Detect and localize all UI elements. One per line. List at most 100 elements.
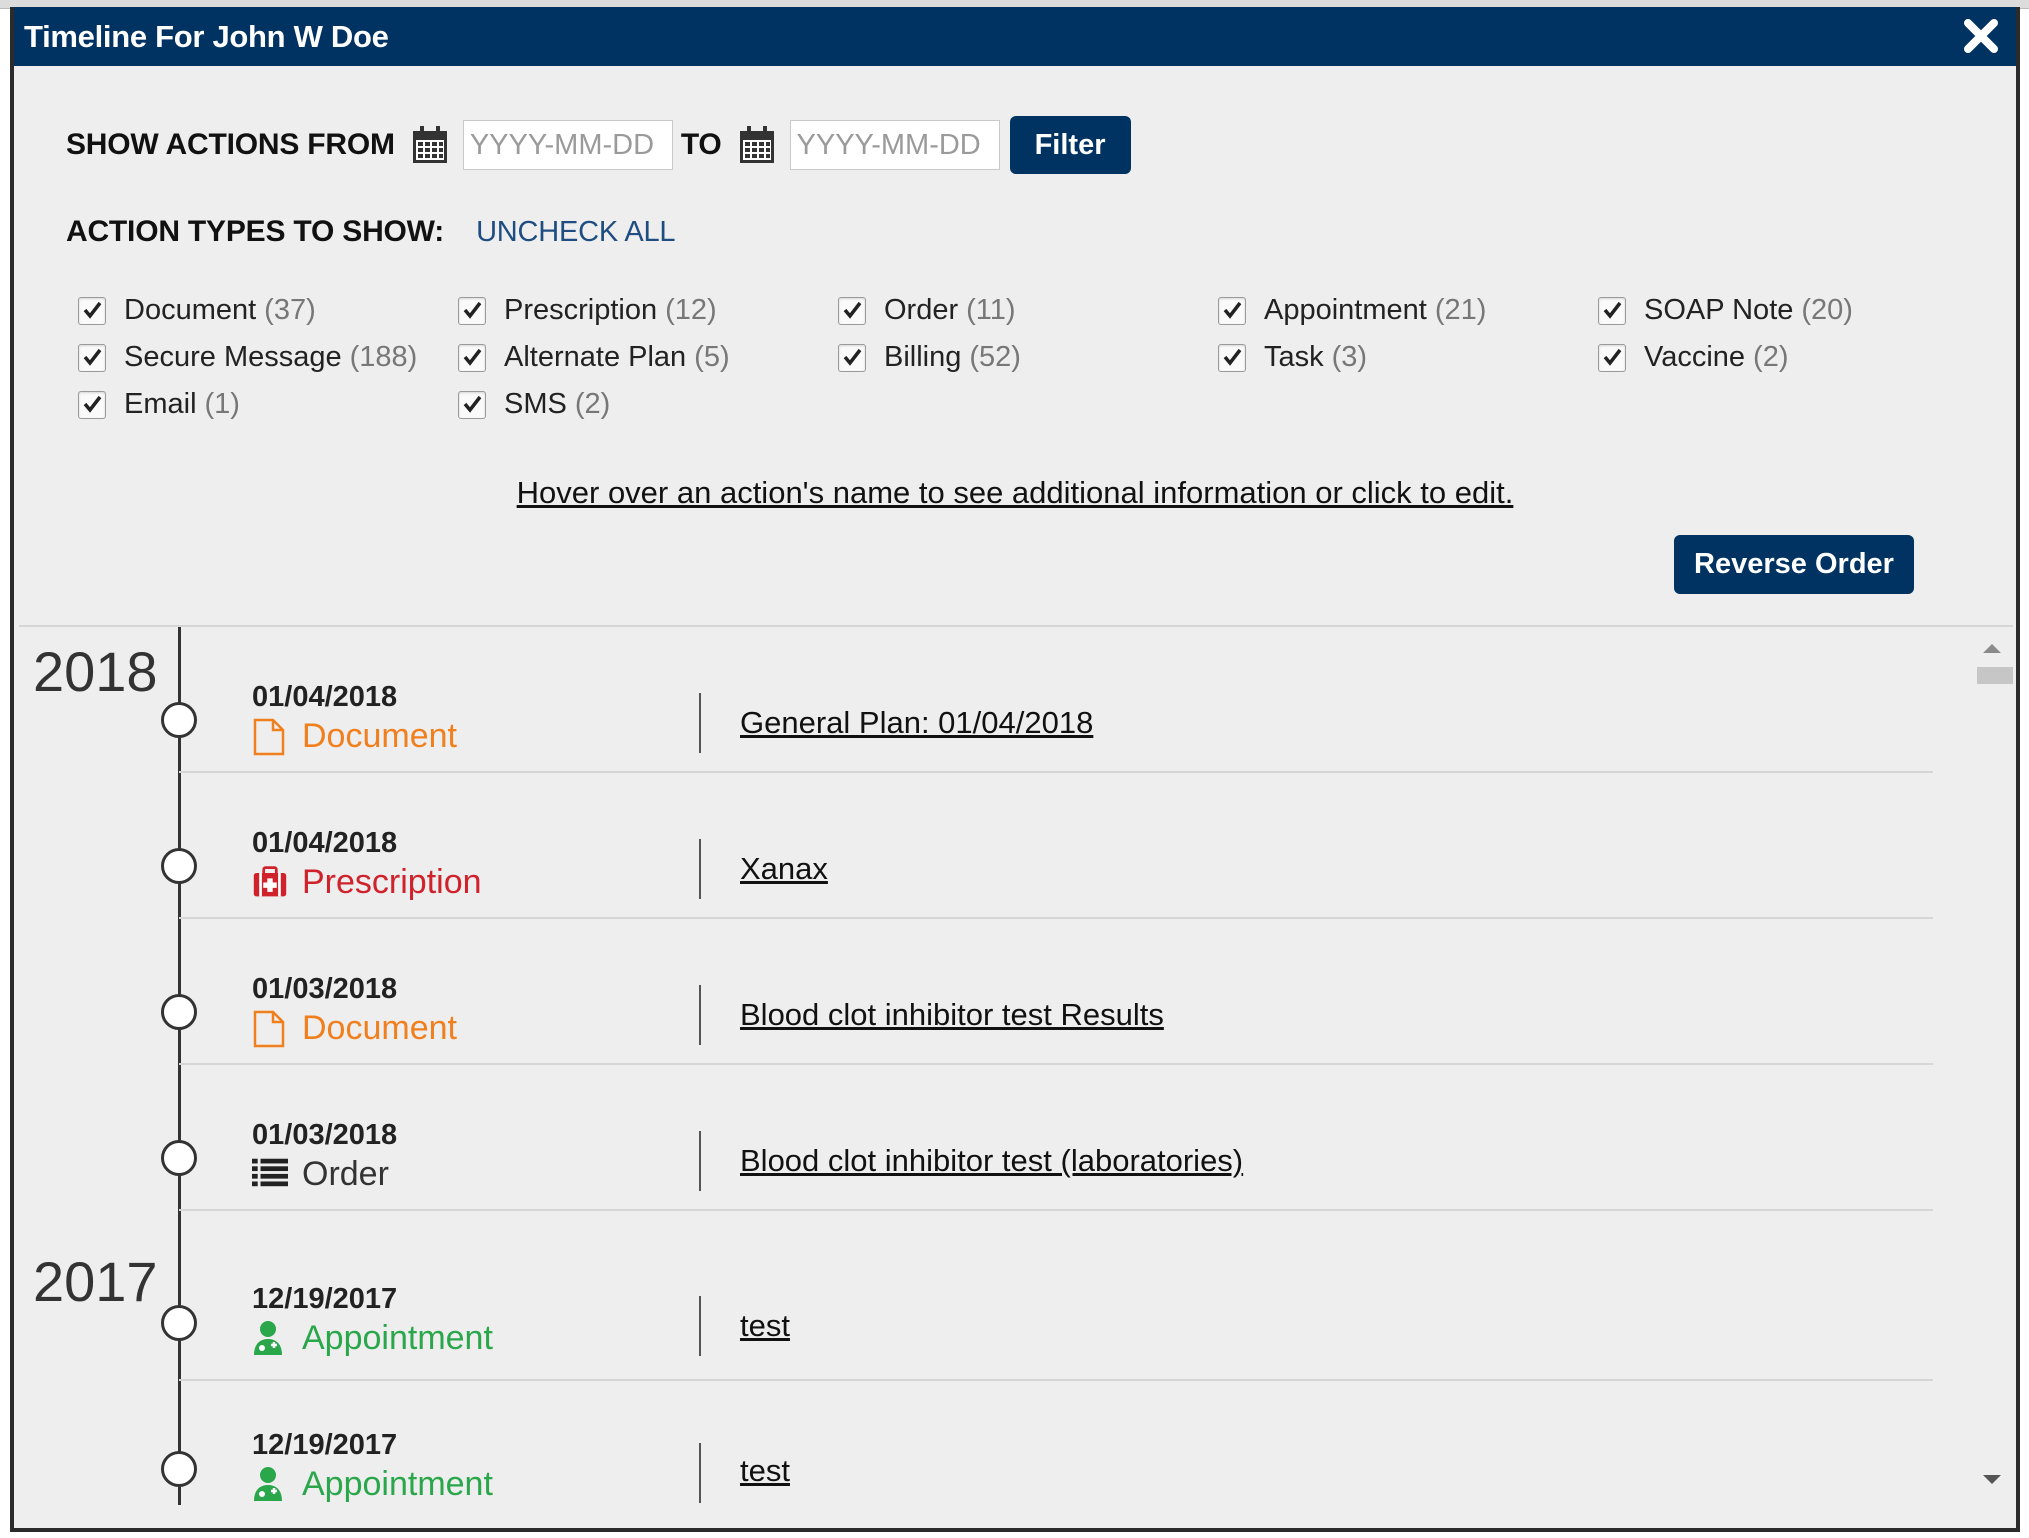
date-filter-row: SHOW ACTIONS FROM TO (66, 116, 1131, 174)
entry-type: Document (252, 1009, 457, 1048)
uncheck-all-link[interactable]: UNCHECK ALL (476, 216, 675, 249)
entry-type-label: Document (302, 1009, 457, 1047)
timeline-entry: 01/04/2018 Prescription Xanax (161, 773, 1933, 919)
type-checkbox-task[interactable]: Task (3) (1218, 334, 1598, 381)
entry-type: Document (252, 717, 457, 756)
action-types-header: ACTION TYPES TO SHOW: UNCHECK ALL (66, 215, 676, 249)
type-count: (5) (694, 341, 730, 373)
close-icon[interactable] (1956, 11, 2006, 61)
entry-date: 01/04/2018 (252, 827, 398, 859)
entry-type-label: Document (302, 717, 457, 755)
timeline-node (161, 1140, 197, 1176)
checkbox[interactable] (1598, 296, 1626, 325)
action-link[interactable]: test (740, 1453, 790, 1489)
calendar-icon[interactable] (738, 125, 776, 165)
type-checkbox-document[interactable]: Document (37) (78, 287, 458, 334)
type-checkbox-soap-note[interactable]: SOAP Note (20) (1598, 287, 1978, 334)
type-checkbox-order[interactable]: Order (11) (838, 287, 1218, 334)
action-types-heading: ACTION TYPES TO SHOW: (66, 215, 445, 248)
checkbox[interactable] (78, 296, 106, 325)
timeline-node (161, 994, 197, 1030)
type-count: (3) (1331, 341, 1368, 373)
type-checkbox-sms[interactable]: SMS (2) (458, 381, 838, 428)
checkbox[interactable] (78, 390, 106, 419)
type-checkbox-prescription[interactable]: Prescription (12) (458, 287, 838, 334)
type-label: Vaccine (1644, 341, 1746, 373)
checkbox[interactable] (78, 343, 106, 372)
timeline-node (161, 702, 197, 738)
doctor-icon (252, 1320, 288, 1358)
entry-date: 01/03/2018 (252, 1119, 398, 1151)
type-label: SMS (504, 388, 567, 420)
checkbox[interactable] (458, 390, 486, 419)
action-link[interactable]: Blood clot inhibitor test Results (740, 997, 1164, 1033)
type-checkbox-email[interactable]: Email (1) (78, 381, 458, 428)
type-label: Prescription (504, 294, 658, 326)
entry-type-label: Prescription (302, 863, 482, 901)
entry-type-label: Order (302, 1155, 389, 1193)
filter-button[interactable]: Filter (1009, 116, 1131, 174)
checkbox[interactable] (458, 343, 486, 372)
entry-date: 12/19/2017 (252, 1429, 398, 1461)
scroll-down-arrow-icon[interactable] (1977, 1469, 2007, 1489)
action-types-checkboxes: Document (37) Prescription (12) Order (11) … (78, 287, 1978, 428)
type-label: Document (124, 294, 257, 326)
checkbox[interactable] (1598, 343, 1626, 372)
timeline-entry: 01/03/2018 Document Blood clot inhibitor… (161, 919, 1933, 1065)
entry-type: Prescription (252, 863, 482, 902)
timeline-node (161, 1305, 197, 1341)
from-date-input[interactable] (462, 120, 673, 170)
scroll-up-arrow-icon[interactable] (1977, 639, 2007, 659)
type-count: (21) (1434, 294, 1487, 326)
timeline-node (161, 1451, 197, 1487)
type-checkbox-vaccine[interactable]: Vaccine (2) (1598, 334, 1978, 381)
checkbox[interactable] (1218, 296, 1246, 325)
calendar-icon[interactable] (411, 125, 449, 165)
year-label: 2018 (33, 640, 158, 703)
document-icon (252, 1010, 288, 1048)
hover-hint: Hover over an action's name to see addit… (516, 475, 1514, 510)
type-label: Task (1264, 341, 1324, 373)
action-link[interactable]: test (740, 1308, 790, 1344)
entry-date: 12/19/2017 (252, 1283, 398, 1315)
action-link[interactable]: Blood clot inhibitor test (laboratories) (740, 1143, 1243, 1179)
document-icon (252, 718, 288, 756)
entry-type: Appointment (252, 1319, 493, 1358)
entry-type-label: Appointment (302, 1465, 493, 1503)
separator (699, 1296, 701, 1356)
timeline-list: 2018 2017 01/04/2018 Document General Pl… (19, 625, 2013, 1505)
year-label: 2017 (33, 1250, 158, 1313)
timeline-node (161, 848, 197, 884)
reverse-order-button[interactable]: Reverse Order (1674, 535, 1914, 594)
checkbox[interactable] (838, 296, 866, 325)
type-checkbox-billing[interactable]: Billing (52) (838, 334, 1218, 381)
checkbox[interactable] (458, 296, 486, 325)
type-count: (52) (969, 341, 1021, 373)
list-icon (252, 1156, 288, 1194)
action-link[interactable]: General Plan: 01/04/2018 (740, 705, 1093, 741)
timeline-entry: 12/19/2017 Appointment test (161, 1381, 1933, 1505)
type-label: Order (884, 294, 959, 326)
separator (699, 693, 701, 753)
action-link[interactable]: Xanax (740, 851, 828, 887)
separator (699, 1131, 701, 1191)
type-checkbox-appointment[interactable]: Appointment (21) (1218, 287, 1598, 334)
type-count: (188) (349, 341, 418, 373)
to-date-input[interactable] (789, 120, 1000, 170)
type-count: (11) (966, 294, 1016, 326)
type-checkbox-secure-message[interactable]: Secure Message (188) (78, 334, 458, 381)
type-label: Email (124, 388, 197, 420)
type-checkbox-alternate-plan[interactable]: Alternate Plan (5) (458, 334, 838, 381)
timeline-dialog: Timeline For John W Doe SHOW ACTIONS FRO… (10, 7, 2020, 1532)
title-bar: Timeline For John W Doe (14, 7, 2016, 66)
type-label: Secure Message (124, 341, 342, 373)
type-count: (37) (264, 294, 316, 326)
from-label: SHOW ACTIONS FROM (66, 128, 395, 161)
to-label: TO (680, 128, 722, 161)
dialog-title: Timeline For John W Doe (24, 19, 389, 54)
scrollbar-thumb[interactable] (1977, 667, 2013, 684)
timeline-entry: 01/04/2018 Document General Plan: 01/04/… (161, 627, 1933, 773)
checkbox[interactable] (838, 343, 866, 372)
checkbox[interactable] (1218, 343, 1246, 372)
type-count: (12) (665, 294, 717, 326)
